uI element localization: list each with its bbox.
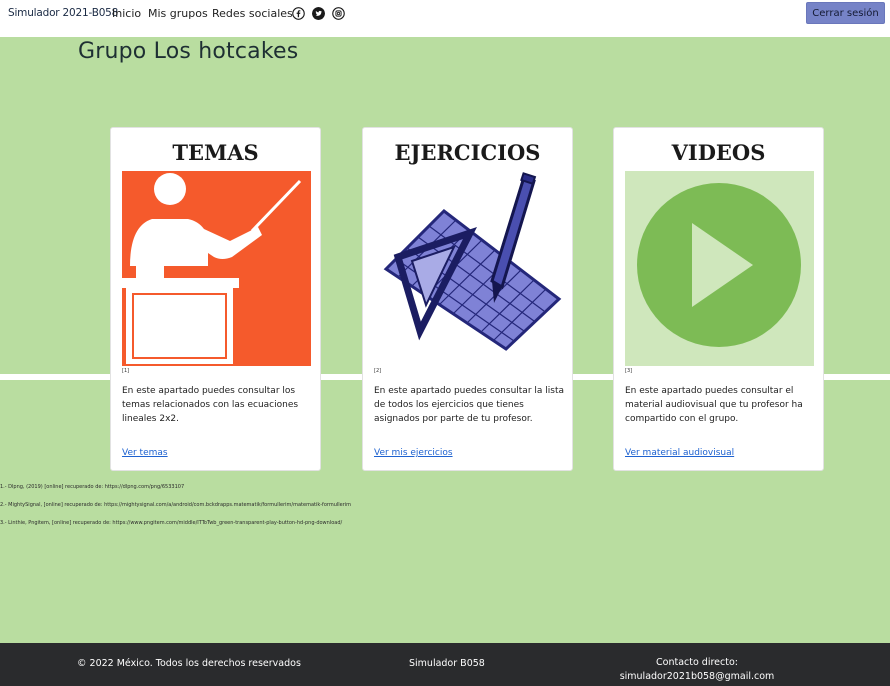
math-tools-icon: [383, 172, 562, 351]
contact-label: Contacto directo:: [656, 657, 738, 668]
card-title: VIDEOS: [671, 140, 766, 165]
nav-link-inicio[interactable]: Inicio: [112, 7, 141, 20]
card-description: En este apartado puedes consultar el mat…: [625, 386, 803, 424]
top-navbar: Simulador 2021-B058 Inicio Mis grupos Re…: [0, 0, 890, 37]
card-videos: VIDEOS [3] En este apartado puedes consu…: [613, 127, 824, 471]
contact-email[interactable]: simulador2021b058@gmail.com: [604, 670, 790, 684]
card-description: En este apartado puedes consultar la lis…: [374, 386, 564, 424]
footer-contact: Contacto directo: simulador2021b058@gmai…: [604, 656, 790, 684]
footer-site-name: Simulador B058: [409, 658, 485, 669]
social-label: Redes sociales:: [212, 7, 297, 20]
page-title: Grupo Los hotcakes: [78, 39, 299, 64]
link-ver-temas[interactable]: Ver temas: [122, 448, 168, 458]
footer: © 2022 México. Todos los derechos reserv…: [0, 643, 890, 686]
twitter-icon[interactable]: [312, 7, 325, 20]
image-ref: [2]: [374, 368, 382, 374]
citation-3: 3.- Linthie, Pngitem, [online] recuperad…: [0, 520, 343, 526]
card-title: TEMAS: [172, 140, 259, 165]
image-ref: [1]: [122, 368, 130, 374]
card-ejercicios: EJERCICIOS [2] En este apartado puedes c…: [362, 127, 573, 471]
citation-2: 2.- MightySignal, [online] recuperado de…: [0, 502, 352, 508]
card-title: EJERCICIOS: [394, 140, 541, 165]
instagram-icon[interactable]: [332, 7, 345, 20]
image-ref: [3]: [625, 368, 633, 374]
logout-button[interactable]: Cerrar sesión: [806, 2, 885, 24]
citation-1: 1.- Dlpng, (2019) [online] recuperado de…: [0, 484, 185, 490]
card-description: En este apartado puedes consultar los te…: [122, 386, 299, 424]
teacher-presentation-icon: [122, 171, 311, 366]
card-temas: TEMAS [1] En este apartado puedes consul…: [110, 127, 321, 471]
facebook-icon[interactable]: [292, 7, 305, 20]
brand-name[interactable]: Simulador 2021-B058: [8, 7, 118, 19]
footer-copyright: © 2022 México. Todos los derechos reserv…: [77, 658, 301, 669]
play-button-icon: [625, 171, 814, 366]
link-ver-ejercicios[interactable]: Ver mis ejercicios: [374, 448, 453, 458]
link-ver-material-audiovisual[interactable]: Ver material audiovisual: [625, 448, 734, 458]
nav-link-mis-grupos[interactable]: Mis grupos: [148, 7, 208, 20]
